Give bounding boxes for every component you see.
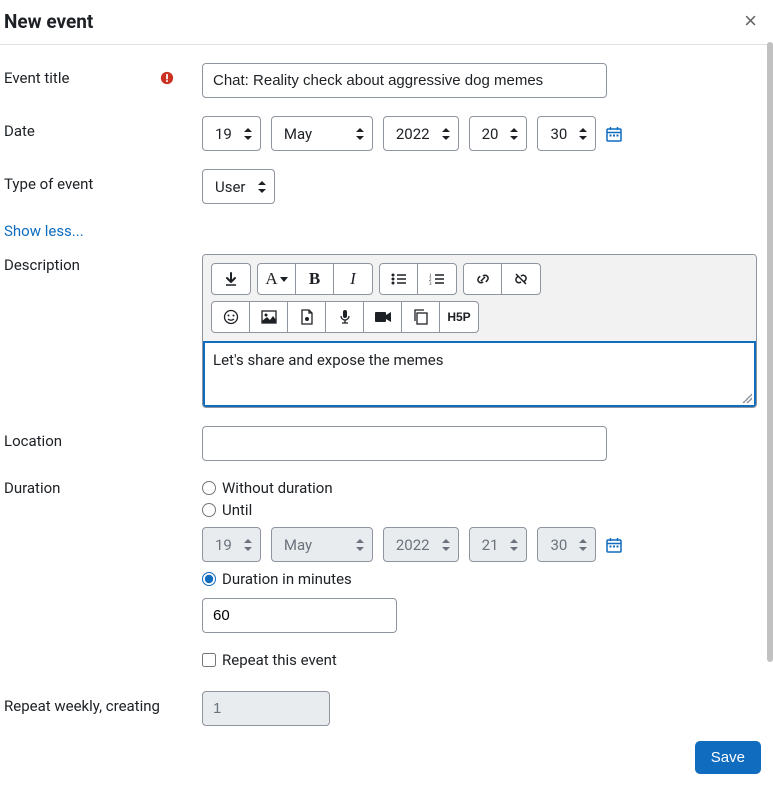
label-duration: Duration xyxy=(4,479,60,497)
row-repeat-weekly: Repeat weekly, creating xyxy=(4,691,765,726)
label-repeat-weekly: Repeat weekly, creating xyxy=(4,697,160,715)
row-repeat-check: Repeat this event xyxy=(4,651,765,673)
microphone-icon xyxy=(339,309,351,325)
sort-icon xyxy=(579,128,587,140)
modal-header: New event × xyxy=(0,0,773,45)
label-location: Location xyxy=(4,432,62,450)
duration-minutes-radio[interactable] xyxy=(202,572,216,586)
toolbar-emoji-button[interactable] xyxy=(212,302,250,332)
video-icon xyxy=(374,311,392,323)
close-icon: × xyxy=(744,8,757,33)
sort-icon xyxy=(244,539,252,551)
date-calendar-button[interactable] xyxy=(606,126,622,142)
sort-icon xyxy=(356,539,364,551)
toolbar-files-button[interactable] xyxy=(402,302,440,332)
toolbar-media-button[interactable] xyxy=(288,302,326,332)
date-year-select[interactable]: 2022 xyxy=(383,116,459,151)
modal-body: Event title Date 19 May xyxy=(0,45,773,735)
calendar-icon xyxy=(606,537,622,553)
until-month-select: May xyxy=(271,527,373,562)
scrollbar[interactable] xyxy=(767,42,773,730)
duration-until-label: Until xyxy=(222,501,252,519)
scrollbar-thumb[interactable] xyxy=(767,42,773,662)
list-ul-icon xyxy=(391,273,407,285)
save-button[interactable]: Save xyxy=(695,741,761,774)
label-date: Date xyxy=(4,122,35,140)
file-icon xyxy=(299,309,315,325)
sort-icon xyxy=(442,539,450,551)
sort-icon xyxy=(258,181,266,193)
modal-footer: Save xyxy=(695,733,773,786)
row-location: Location xyxy=(4,426,765,461)
link-icon xyxy=(475,271,491,287)
date-day-select[interactable]: 19 xyxy=(202,116,261,151)
rich-text-editor: A B I 123 xyxy=(202,254,757,408)
label-type-of-event: Type of event xyxy=(4,175,93,193)
toolbar-ol-button[interactable]: 123 xyxy=(418,264,456,294)
duration-minutes-input[interactable] xyxy=(202,598,397,633)
toolbar-styles-button[interactable]: A xyxy=(258,264,296,294)
toolbar-expand-button[interactable] xyxy=(212,264,250,294)
chevron-down-icon xyxy=(280,277,288,282)
row-description: Description A B I 123 xyxy=(4,254,765,408)
modal-title: New event xyxy=(4,10,93,33)
date-month-select[interactable]: May xyxy=(271,116,373,151)
label-description: Description xyxy=(4,256,80,274)
row-type-of-event: Type of event User xyxy=(4,169,765,204)
date-minute-select[interactable]: 30 xyxy=(537,116,596,151)
toolbar-mic-button[interactable] xyxy=(326,302,364,332)
sort-icon xyxy=(442,128,450,140)
repeat-label: Repeat this event xyxy=(222,651,337,669)
duration-none-label: Without duration xyxy=(222,479,333,497)
toolbar-h5p-button[interactable]: H5P xyxy=(440,302,478,332)
sort-icon xyxy=(579,539,587,551)
row-duration: Duration Without duration Until 19 May xyxy=(4,479,765,633)
until-hour-select: 21 xyxy=(469,527,528,562)
sort-icon xyxy=(356,128,364,140)
copy-icon xyxy=(413,309,429,325)
calendar-icon xyxy=(606,126,622,142)
event-type-select[interactable]: User xyxy=(202,169,275,204)
repeat-checkbox[interactable] xyxy=(202,653,216,667)
svg-text:3: 3 xyxy=(429,282,432,285)
close-button[interactable]: × xyxy=(740,8,761,34)
row-date: Date 19 May 2022 20 xyxy=(4,116,765,151)
toolbar-bold-button[interactable]: B xyxy=(296,264,334,294)
toolbar-link-button[interactable] xyxy=(464,264,502,294)
toolbar-image-button[interactable] xyxy=(250,302,288,332)
event-title-input[interactable] xyxy=(202,63,607,98)
required-icon xyxy=(160,71,174,85)
sort-icon xyxy=(244,128,252,140)
row-event-title: Event title xyxy=(4,63,765,98)
duration-until-radio[interactable] xyxy=(202,503,216,517)
smile-icon xyxy=(223,309,239,325)
arrow-down-icon xyxy=(224,272,238,286)
until-day-select: 19 xyxy=(202,527,261,562)
description-textarea[interactable]: Let's share and expose the memes xyxy=(203,341,756,407)
until-year-select: 2022 xyxy=(383,527,459,562)
show-less-link[interactable]: Show less... xyxy=(4,222,84,240)
toolbar-italic-button[interactable]: I xyxy=(334,264,372,294)
label-event-title: Event title xyxy=(4,69,69,87)
duration-none-radio[interactable] xyxy=(202,481,216,495)
toolbar-ul-button[interactable] xyxy=(380,264,418,294)
location-input[interactable] xyxy=(202,426,607,461)
sort-icon xyxy=(510,539,518,551)
image-icon xyxy=(261,310,277,324)
list-ol-icon: 123 xyxy=(429,273,445,285)
editor-toolbar: A B I 123 xyxy=(203,255,756,341)
duration-minutes-label: Duration in minutes xyxy=(222,570,352,588)
repeat-count-input xyxy=(202,691,330,726)
toolbar-unlink-button[interactable] xyxy=(502,264,540,294)
sort-icon xyxy=(510,128,518,140)
unlink-icon xyxy=(513,271,529,287)
date-hour-select[interactable]: 20 xyxy=(469,116,528,151)
toolbar-video-button[interactable] xyxy=(364,302,402,332)
until-calendar-button[interactable] xyxy=(606,537,622,553)
until-minute-select: 30 xyxy=(537,527,596,562)
